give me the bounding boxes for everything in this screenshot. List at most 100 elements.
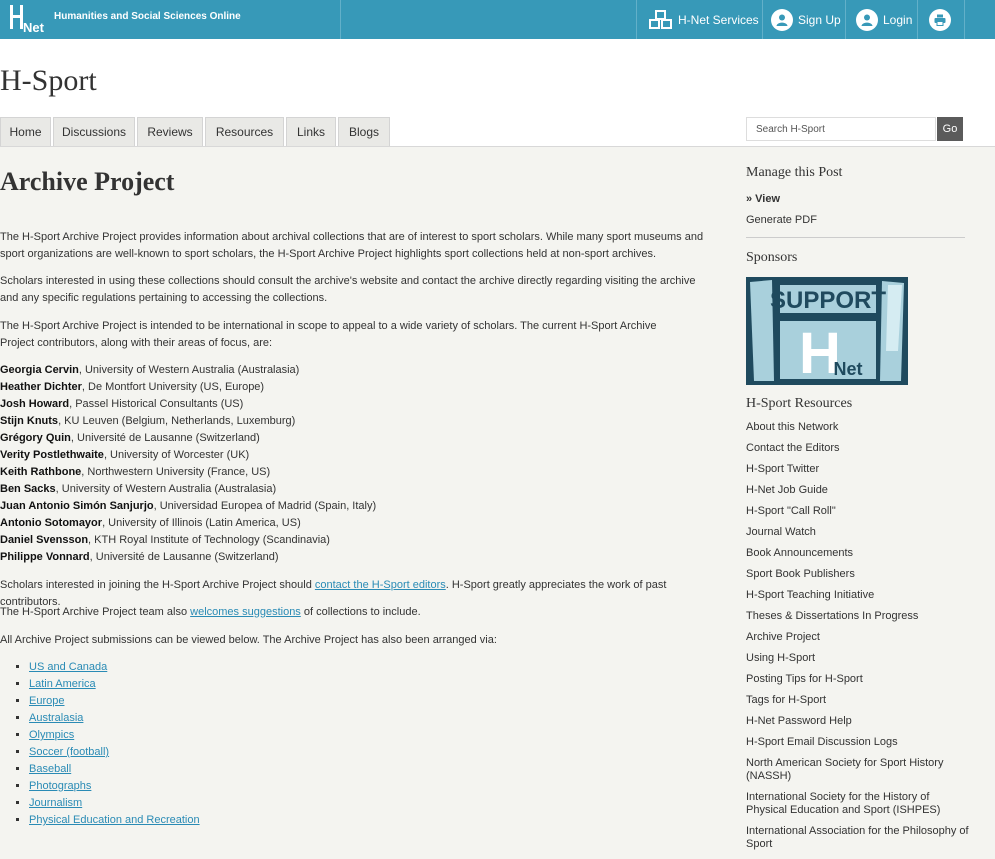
resource-link[interactable]: North American Society for Sport History…	[746, 757, 971, 783]
view-link[interactable]: » View	[746, 193, 780, 205]
arranged-paragraph: All Archive Project submissions can be v…	[0, 634, 497, 646]
svg-text:Net: Net	[23, 20, 45, 33]
resource-link[interactable]: About this Network	[746, 421, 971, 434]
contributor-detail: , KU Leuven (Belgium, Netherlands, Luxem…	[58, 415, 296, 427]
tab-discussions[interactable]: Discussions	[53, 117, 135, 146]
contributor-detail: , Université de Lausanne (Switzerland)	[89, 551, 279, 563]
join-text: Scholars interested in joining the H-Spo…	[0, 579, 315, 591]
list-item: US and Canada	[29, 659, 200, 676]
resource-link[interactable]: Tags for H-Sport	[746, 694, 971, 707]
contributor-name: Verity Postlethwaite	[0, 449, 104, 461]
printer-icon	[929, 8, 951, 31]
resource-link[interactable]: H-Sport Teaching Initiative	[746, 589, 971, 602]
network-title[interactable]: H-Sport	[0, 64, 97, 98]
sidebar-divider	[746, 237, 965, 238]
hnet-services-menu[interactable]: H-Net Services	[648, 0, 759, 39]
contributor-item: Stijn Knuts, KU Leuven (Belgium, Netherl…	[0, 413, 376, 430]
list-item: Physical Education and Recreation	[29, 812, 200, 829]
category-link[interactable]: Latin America	[29, 678, 96, 690]
contributor-name: Philippe Vonnard	[0, 551, 90, 563]
sponsor-net-text: Net	[833, 359, 862, 379]
category-link[interactable]: Olympics	[29, 729, 74, 741]
resource-link[interactable]: Theses & Dissertations In Progress	[746, 610, 971, 623]
category-link[interactable]: Soccer (football)	[29, 746, 109, 758]
tab-blogs[interactable]: Blogs	[338, 117, 390, 146]
contributor-item: Josh Howard, Passel Historical Consultan…	[0, 396, 376, 413]
usage-paragraph: Scholars interested in using these colle…	[0, 275, 696, 304]
divider	[964, 0, 965, 39]
contact-editors-link[interactable]: contact the H-Sport editors	[315, 579, 446, 591]
resource-link[interactable]: H-Sport Twitter	[746, 463, 971, 476]
welcomes-suggestions-link[interactable]: welcomes suggestions	[190, 606, 301, 618]
resource-link[interactable]: Contact the Editors	[746, 442, 971, 455]
login-label: Login	[883, 12, 913, 27]
category-link[interactable]: Physical Education and Recreation	[29, 814, 200, 826]
contributor-detail: , Passel Historical Consultants (US)	[69, 398, 244, 410]
cubes-icon	[649, 9, 672, 29]
divider	[340, 0, 341, 39]
contributor-detail: , University of Western Australia (Austr…	[55, 483, 277, 495]
contributor-name: Ben Sacks	[0, 483, 56, 495]
site-title[interactable]: Humanities and Social Sciences Online	[54, 11, 241, 22]
contributor-name: Josh Howard	[0, 398, 70, 410]
contributor-detail: , University of Illinois (Latin America,…	[102, 517, 301, 529]
top-bar: Net Humanities and Social Sciences Onlin…	[0, 0, 995, 39]
category-link[interactable]: Journalism	[29, 797, 82, 809]
print-button[interactable]	[929, 0, 951, 39]
user-icon	[771, 8, 793, 31]
resource-link[interactable]: H-Net Job Guide	[746, 484, 971, 497]
contributor-name: Antonio Sotomayor	[0, 517, 103, 529]
divider	[845, 0, 846, 39]
contributor-detail: , Universidad Europea of Madrid (Spain, …	[153, 500, 377, 512]
contributor-detail: , KTH Royal Institute of Technology (Sca…	[88, 534, 330, 546]
sign-up-button[interactable]: Sign Up	[771, 0, 841, 39]
contributor-list: Georgia Cervin, University of Western Au…	[0, 362, 376, 566]
list-item: Baseball	[29, 761, 200, 778]
contributor-item: Antonio Sotomayor, University of Illinoi…	[0, 515, 376, 532]
category-link[interactable]: Photographs	[29, 780, 91, 792]
login-button[interactable]: Login	[856, 0, 912, 39]
team-text: The H-Sport Archive Project team also	[0, 606, 191, 618]
contributor-item: Heather Dichter, De Montfort University …	[0, 379, 376, 396]
search-input[interactable]: Search H-Sport	[746, 117, 936, 141]
resource-link[interactable]: H-Sport Email Discussion Logs	[746, 736, 971, 749]
category-link[interactable]: Baseball	[29, 763, 71, 775]
contributor-item: Keith Rathbone, Northwestern University …	[0, 464, 376, 481]
resource-link[interactable]: Sport Book Publishers	[746, 568, 971, 581]
tab-reviews[interactable]: Reviews	[137, 117, 203, 146]
contributor-name: Heather Dichter	[0, 381, 82, 393]
resources-list: About this Network Contact the Editors H…	[746, 421, 971, 859]
resource-link[interactable]: International Society for the History of…	[746, 791, 971, 817]
support-hnet-banner[interactable]: SUPPORT H Net	[746, 277, 908, 385]
resource-link[interactable]: H-Sport "Call Roll"	[746, 505, 971, 518]
hnet-logo[interactable]: Net	[10, 5, 46, 33]
resource-link[interactable]: Using H-Sport	[746, 652, 971, 665]
category-list: US and Canada Latin America Europe Austr…	[14, 659, 200, 829]
divider	[762, 0, 763, 39]
list-item: Latin America	[29, 676, 200, 693]
contributor-item: Georgia Cervin, University of Western Au…	[0, 362, 376, 379]
category-link[interactable]: US and Canada	[29, 661, 107, 673]
resource-link[interactable]: H-Net Password Help	[746, 715, 971, 728]
tab-home[interactable]: Home	[0, 117, 51, 146]
list-item: Australasia	[29, 710, 200, 727]
resource-link[interactable]: Posting Tips for H-Sport	[746, 673, 971, 686]
list-item: Olympics	[29, 727, 200, 744]
tab-links[interactable]: Links	[286, 117, 336, 146]
list-item: Europe	[29, 693, 200, 710]
tab-resources[interactable]: Resources	[205, 117, 284, 146]
contributor-detail: , Université de Lausanne (Switzerland)	[70, 432, 260, 444]
contributor-detail: , University of Worcester (UK)	[103, 449, 250, 461]
list-item: Photographs	[29, 778, 200, 795]
user-icon	[856, 8, 878, 31]
main-nav: Home Discussions Reviews Resources Links…	[0, 117, 392, 146]
generate-pdf-link[interactable]: Generate PDF	[746, 214, 817, 226]
search-go-button[interactable]: Go	[937, 117, 963, 141]
resource-link[interactable]: Archive Project	[746, 631, 971, 644]
resource-link[interactable]: Journal Watch	[746, 526, 971, 539]
category-link[interactable]: Australasia	[29, 712, 83, 724]
resource-link[interactable]: Book Announcements	[746, 547, 971, 560]
contributor-detail: , University of Western Australia (Austr…	[78, 364, 300, 376]
contributor-name: Georgia Cervin	[0, 364, 79, 376]
category-link[interactable]: Europe	[29, 695, 64, 707]
